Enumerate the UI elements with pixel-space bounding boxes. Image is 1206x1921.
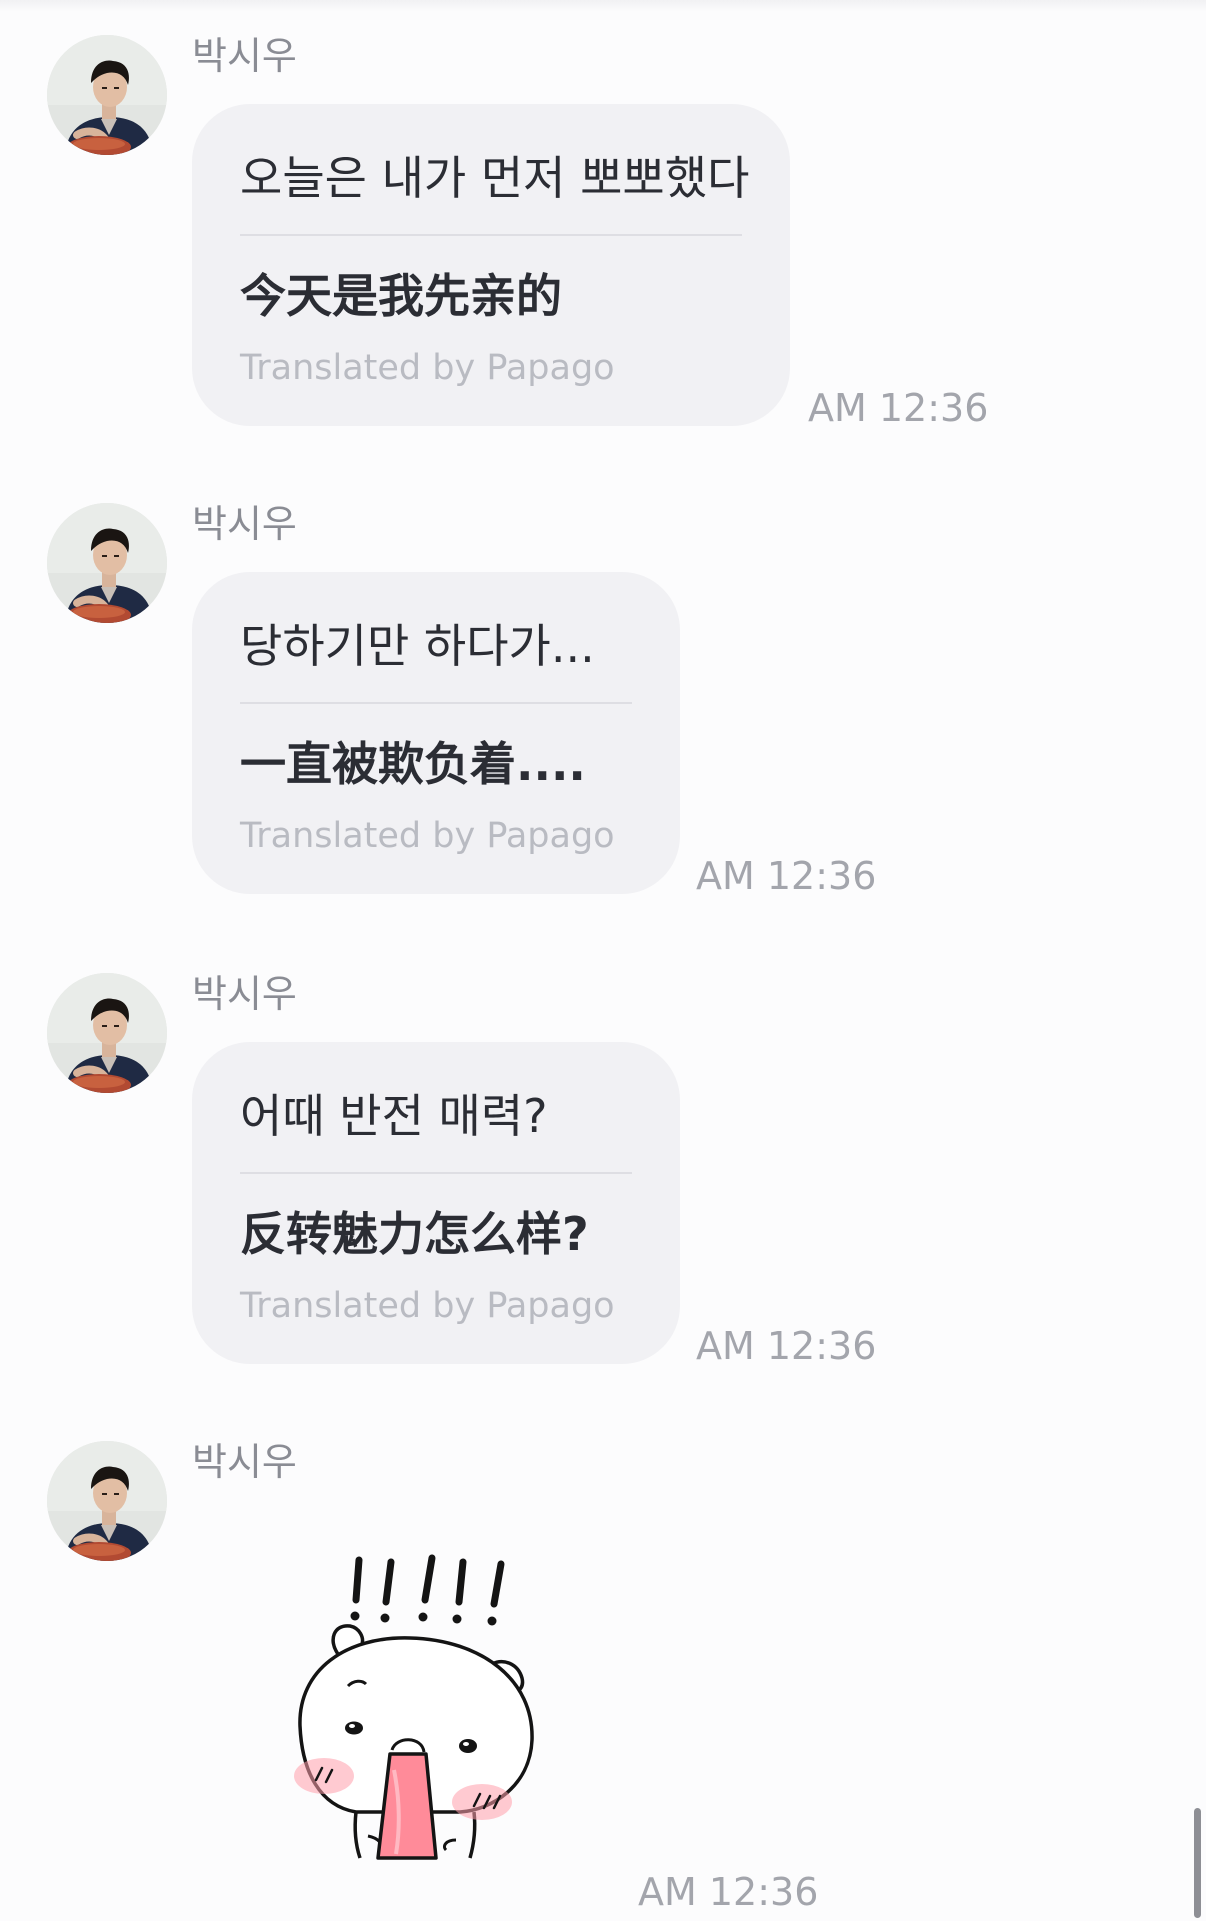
timestamp: AM 12:36 [696, 854, 877, 898]
top-scroll-fade [0, 0, 1206, 12]
message-bubble[interactable]: 오늘은 내가 먼저 뽀뽀했다 今天是我先亲的 Translated by Pap… [192, 104, 790, 426]
message-bubble[interactable]: 당하기만 하다가... 一直被欺负着.... Translated by Pap… [192, 572, 680, 894]
sender-name: 박시우 [192, 502, 297, 546]
translated-text: 一直被欺负着.... [240, 737, 586, 791]
timestamp: AM 12:36 [638, 1870, 819, 1914]
avatar[interactable] [47, 503, 167, 623]
surprised-bear-sticker[interactable] [260, 1540, 560, 1870]
timestamp: AM 12:36 [696, 1324, 877, 1368]
scrollbar[interactable] [1194, 1808, 1201, 1918]
original-text: 어때 반전 매력? [240, 1089, 548, 1143]
avatar[interactable] [47, 973, 167, 1093]
translated-text: 今天是我先亲的 [240, 269, 562, 323]
sender-name: 박시우 [192, 34, 297, 78]
exclamation-marks-icon [350, 1554, 505, 1626]
translation-divider [240, 702, 632, 704]
translation-divider [240, 1172, 632, 1174]
translation-credit: Translated by Papago [240, 1286, 615, 1326]
sender-name: 박시우 [192, 1440, 297, 1484]
timestamp: AM 12:36 [808, 386, 989, 430]
avatar[interactable] [47, 1441, 167, 1561]
original-text: 오늘은 내가 먼저 뽀뽀했다 [240, 151, 750, 205]
translation-divider [240, 234, 742, 236]
translated-text: 反转魅力怎么样? [240, 1207, 589, 1261]
sender-name: 박시우 [192, 972, 297, 1016]
message-bubble[interactable]: 어때 반전 매력? 反转魅力怎么样? Translated by Papago [192, 1042, 680, 1364]
avatar[interactable] [47, 35, 167, 155]
original-text: 당하기만 하다가... [240, 619, 595, 673]
translation-credit: Translated by Papago [240, 816, 615, 856]
translation-credit: Translated by Papago [240, 348, 615, 388]
